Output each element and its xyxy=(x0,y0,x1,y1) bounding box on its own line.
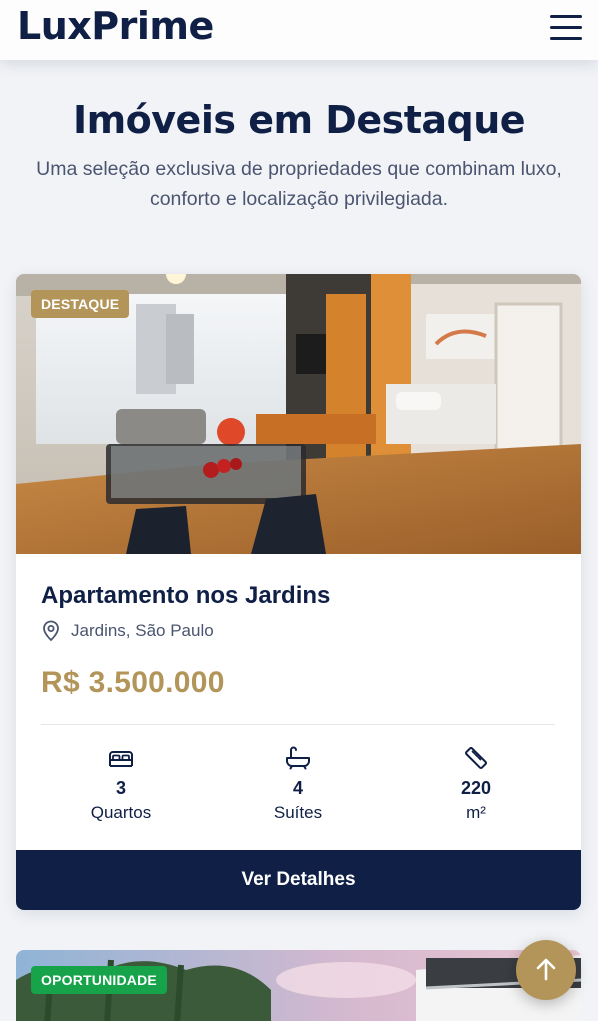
suites-value: 4 xyxy=(292,778,303,798)
property-card[interactable]: DESTAQUE Apartamento nos Jardins Jardins… xyxy=(16,274,581,910)
map-pin-icon xyxy=(43,620,59,642)
property-photo[interactable]: DESTAQUE xyxy=(16,274,581,554)
bathtub-icon xyxy=(286,746,310,770)
featured-badge: DESTAQUE xyxy=(31,290,130,318)
feature-suites: 4 Suítes xyxy=(218,744,378,823)
area-unit: m² xyxy=(466,803,486,822)
section-title: Imóveis em Destaque xyxy=(72,98,526,142)
back-to-top-button[interactable] xyxy=(516,940,576,1000)
bedrooms-value: 3 xyxy=(115,778,126,798)
bedrooms-label: Quartos xyxy=(90,803,152,822)
property-card[interactable]: OPORTUNIDADE xyxy=(16,950,581,1021)
divider xyxy=(41,724,555,725)
property-location: Jardins, São Paulo xyxy=(41,620,214,642)
suites-label: Suítes xyxy=(273,803,323,822)
ruler-icon xyxy=(465,747,487,769)
property-price: R$ 3.500.000 xyxy=(41,666,225,699)
opportunity-badge: OPORTUNIDADE xyxy=(31,966,167,994)
logo[interactable]: LuxPrime xyxy=(17,4,214,48)
hamburger-menu-icon[interactable] xyxy=(550,15,582,41)
location-text: Jardins, São Paulo xyxy=(71,621,214,640)
site-header: LuxPrime xyxy=(0,0,598,60)
feature-bedrooms: 3 Quartos xyxy=(41,744,201,823)
view-details-button[interactable]: Ver Detalhes xyxy=(16,850,581,910)
area-value: 220 xyxy=(460,778,492,798)
arrow-up-icon xyxy=(536,958,556,981)
feature-area: 220 m² xyxy=(396,744,556,823)
section-subtitle: Uma seleção exclusiva de propriedades qu… xyxy=(36,158,562,210)
property-title[interactable]: Apartamento nos Jardins xyxy=(41,582,330,610)
bed-icon xyxy=(109,751,133,767)
